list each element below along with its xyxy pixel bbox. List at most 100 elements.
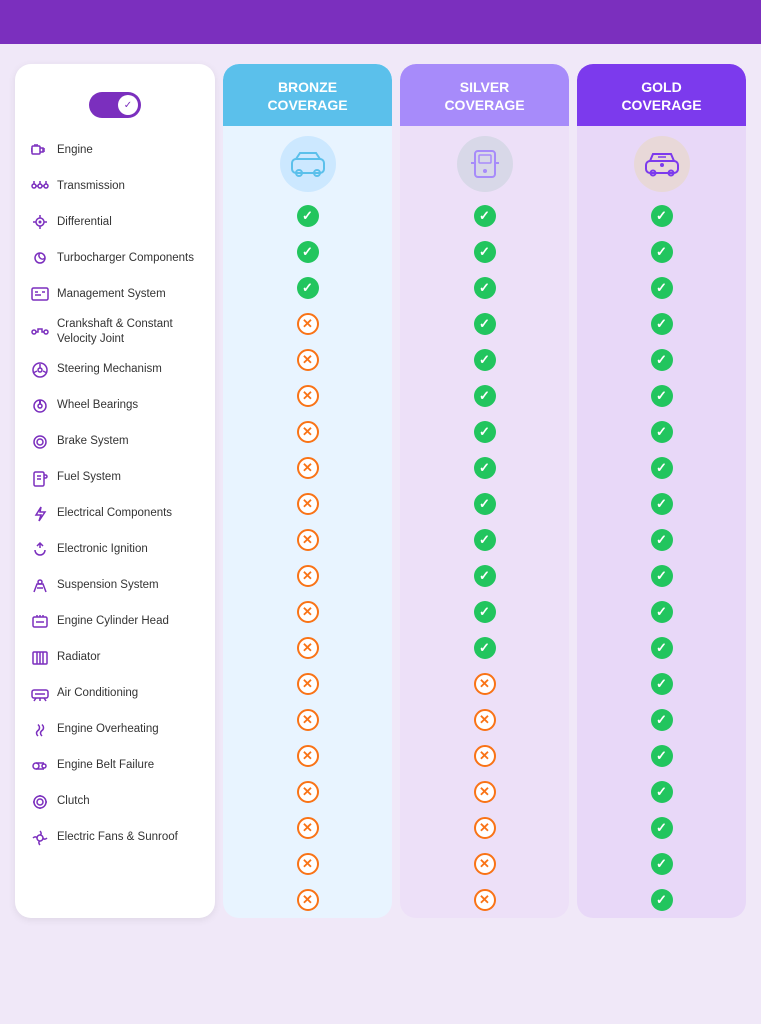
part-label: Turbocharger Components bbox=[57, 251, 194, 266]
cross-icon: ✕ bbox=[474, 889, 496, 911]
checkmark-icon: ✓ bbox=[651, 493, 673, 515]
check-cell: ✓ bbox=[577, 774, 746, 810]
checkmark-icon: ✓ bbox=[651, 889, 673, 911]
list-item: Fuel System bbox=[25, 460, 205, 496]
checkmark-icon: ✓ bbox=[651, 853, 673, 875]
check-cell: ✕ bbox=[400, 702, 569, 738]
check-cell: ✕ bbox=[223, 774, 392, 810]
list-item: Engine Cylinder Head bbox=[25, 604, 205, 640]
cross-icon: ✕ bbox=[297, 529, 319, 551]
check-cell: ✓ bbox=[577, 594, 746, 630]
list-item: Suspension System bbox=[25, 568, 205, 604]
checkmark-icon: ✓ bbox=[651, 565, 673, 587]
check-cell: ✕ bbox=[223, 846, 392, 882]
cross-icon: ✕ bbox=[297, 421, 319, 443]
checkmark-icon: ✓ bbox=[474, 205, 496, 227]
parts-list: EngineTransmissionDifferentialTurbocharg… bbox=[25, 132, 205, 856]
checkmark-icon: ✓ bbox=[474, 349, 496, 371]
part-label: Engine Belt Failure bbox=[57, 758, 154, 773]
checkmark-icon: ✓ bbox=[474, 457, 496, 479]
part-icon bbox=[29, 827, 51, 849]
check-cell: ✓ bbox=[577, 234, 746, 270]
silver-checks: ✓✓✓✓✓✓✓✓✓✓✓✓✓✕✕✕✕✕✕✕ bbox=[400, 198, 569, 918]
checkmark-icon: ✓ bbox=[651, 385, 673, 407]
checkmark-icon: ✓ bbox=[474, 313, 496, 335]
checkmark-icon: ✓ bbox=[651, 529, 673, 551]
check-cell: ✓ bbox=[400, 630, 569, 666]
checkmark-icon: ✓ bbox=[651, 709, 673, 731]
check-cell: ✓ bbox=[577, 198, 746, 234]
check-cell: ✕ bbox=[223, 306, 392, 342]
checkmark-icon: ✓ bbox=[474, 421, 496, 443]
part-icon bbox=[29, 539, 51, 561]
gold-column: GOLDCOVERAGE ✓✓✓✓✓✓✓✓✓✓✓✓✓✓✓✓✓✓✓✓ bbox=[577, 64, 746, 918]
checkmark-icon: ✓ bbox=[651, 349, 673, 371]
cross-icon: ✕ bbox=[297, 745, 319, 767]
bronze-header: BRONZECOVERAGE bbox=[223, 64, 392, 126]
checkmark-icon: ✓ bbox=[651, 673, 673, 695]
check-cell: ✓ bbox=[577, 738, 746, 774]
check-cell: ✕ bbox=[223, 882, 392, 918]
check-cell: ✓ bbox=[577, 378, 746, 414]
check-cell: ✓ bbox=[400, 486, 569, 522]
check-cell: ✕ bbox=[400, 882, 569, 918]
check-cell: ✕ bbox=[400, 738, 569, 774]
part-icon bbox=[29, 321, 51, 343]
part-label: Fuel System bbox=[57, 470, 121, 485]
check-cell: ✕ bbox=[223, 666, 392, 702]
silver-column: SILVERCOVERAGE ✓✓✓✓✓✓✓✓✓✓✓✓✓✕✕✕✕✕✕✕ bbox=[400, 64, 569, 918]
checkmark-icon: ✓ bbox=[651, 277, 673, 299]
part-icon bbox=[29, 719, 51, 741]
check-cell: ✓ bbox=[577, 270, 746, 306]
part-icon bbox=[29, 359, 51, 381]
cross-icon: ✕ bbox=[297, 781, 319, 803]
check-cell: ✕ bbox=[223, 810, 392, 846]
check-cell: ✓ bbox=[577, 414, 746, 450]
check-cell: ✓ bbox=[577, 630, 746, 666]
cross-icon: ✕ bbox=[297, 385, 319, 407]
checkmark-icon: ✓ bbox=[474, 241, 496, 263]
list-item: Electrical Components bbox=[25, 496, 205, 532]
toggle-switch[interactable]: ✓ bbox=[89, 92, 141, 118]
cross-icon: ✕ bbox=[297, 349, 319, 371]
checkmark-icon: ✓ bbox=[474, 385, 496, 407]
list-item: Electronic Ignition bbox=[25, 532, 205, 568]
part-label: Clutch bbox=[57, 794, 90, 809]
checkmark-icon: ✓ bbox=[651, 313, 673, 335]
cross-icon: ✕ bbox=[297, 637, 319, 659]
part-icon bbox=[29, 647, 51, 669]
part-icon bbox=[29, 683, 51, 705]
part-label: Electronic Ignition bbox=[57, 542, 148, 557]
part-label: Electrical Components bbox=[57, 506, 172, 521]
check-cell: ✕ bbox=[400, 846, 569, 882]
part-label: Air Conditioning bbox=[57, 686, 138, 701]
list-item: Turbocharger Components bbox=[25, 240, 205, 276]
list-item: Engine bbox=[25, 132, 205, 168]
check-cell: ✕ bbox=[223, 558, 392, 594]
bronze-column: BRONZECOVERAGE ✓✓✓✕✕✕✕✕✕✕✕✕✕✕✕✕✕✕✕✕ bbox=[223, 64, 392, 918]
part-icon bbox=[29, 247, 51, 269]
part-icon bbox=[29, 575, 51, 597]
bronze-checks: ✓✓✓✕✕✕✕✕✕✕✕✕✕✕✕✕✕✕✕✕ bbox=[223, 198, 392, 918]
part-label: Engine Overheating bbox=[57, 722, 159, 737]
bronze-icon bbox=[280, 136, 336, 192]
part-label: Crankshaft & Constant Velocity Joint bbox=[57, 317, 201, 347]
part-icon bbox=[29, 755, 51, 777]
checkmark-icon: ✓ bbox=[297, 205, 319, 227]
check-cell: ✓ bbox=[577, 666, 746, 702]
check-cell: ✓ bbox=[223, 270, 392, 306]
checkmark-icon: ✓ bbox=[651, 601, 673, 623]
checkmark-icon: ✓ bbox=[474, 601, 496, 623]
part-label: Radiator bbox=[57, 650, 100, 665]
part-label: Steering Mechanism bbox=[57, 362, 162, 377]
checkmark-icon: ✓ bbox=[651, 241, 673, 263]
check-cell: ✓ bbox=[577, 486, 746, 522]
check-cell: ✓ bbox=[400, 342, 569, 378]
check-cell: ✓ bbox=[400, 378, 569, 414]
cross-icon: ✕ bbox=[474, 817, 496, 839]
part-icon bbox=[29, 791, 51, 813]
check-cell: ✓ bbox=[400, 234, 569, 270]
cross-icon: ✕ bbox=[474, 709, 496, 731]
list-item: Clutch bbox=[25, 784, 205, 820]
check-cell: ✓ bbox=[400, 198, 569, 234]
